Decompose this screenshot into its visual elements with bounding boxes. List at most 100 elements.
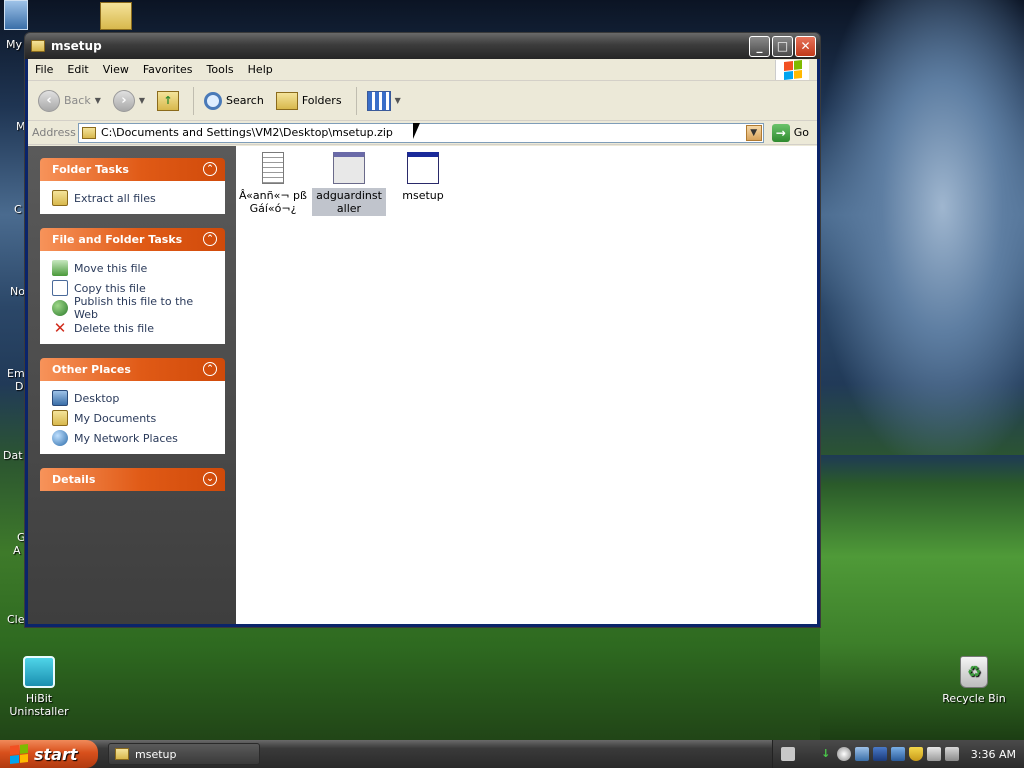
expand-chevron-icon[interactable]: ⌄ <box>203 472 217 486</box>
close-button[interactable]: ✕ <box>795 35 816 57</box>
text-file-icon <box>262 152 284 184</box>
views-dropdown-icon: ▼ <box>394 96 401 105</box>
forward-button[interactable]: › ▼ <box>109 87 149 115</box>
close-icon: ✕ <box>800 38 811 53</box>
desktop-label-a[interactable]: A <box>13 544 21 557</box>
desktop-label-em[interactable]: Em <box>7 367 25 380</box>
file-name: adguardinstaller <box>312 188 386 216</box>
file-list: Â«anñ«¬ pßGáí«ó¬¿ adguardinstaller msetu… <box>236 146 817 624</box>
collapse-chevron-icon[interactable]: ⌃ <box>203 162 217 176</box>
maximize-button[interactable]: □ <box>772 35 793 57</box>
recycle-bin-icon: ♻ <box>960 656 988 688</box>
task-delete-file[interactable]: ✕ Delete this file <box>52 318 217 338</box>
place-label: Desktop <box>74 391 120 405</box>
other-places-title: Other Places <box>52 363 131 376</box>
desktop-label-cle[interactable]: Cle <box>7 613 25 626</box>
file-folder-tasks-title: File and Folder Tasks <box>52 233 183 246</box>
desktop-icon <box>52 390 68 406</box>
volume-icon[interactable] <box>944 747 959 761</box>
place-network[interactable]: My Network Places <box>52 428 217 448</box>
desktop-label-c[interactable]: C <box>14 203 22 216</box>
desktop-label-dat[interactable]: Dat <box>3 449 23 462</box>
hibit-uninstaller-shortcut[interactable]: HiBit Uninstaller <box>0 656 78 718</box>
recycle-bin-shortcut[interactable]: ♻ Recycle Bin <box>940 656 1008 705</box>
window-title: msetup <box>51 39 102 53</box>
task-pane: Folder Tasks ⌃ Extract all files File an… <box>28 146 236 624</box>
extract-icon <box>52 190 68 206</box>
back-dropdown-icon[interactable]: ▼ <box>95 96 101 105</box>
zip-folder-icon[interactable] <box>100 2 132 30</box>
up-folder-button[interactable]: ↑ <box>153 88 183 114</box>
download-arrow-icon[interactable]: ↓ <box>819 747 833 761</box>
start-label: start <box>34 744 78 764</box>
taskbar-item-msetup[interactable]: msetup <box>108 743 260 765</box>
taskbar: start msetup ↓ 3:36 AM <box>0 740 1024 768</box>
network-icon[interactable] <box>854 747 869 761</box>
title-bar[interactable]: msetup _ □ ✕ <box>25 33 820 59</box>
menu-favorites[interactable]: Favorites <box>136 63 200 76</box>
clock[interactable]: 3:36 AM <box>971 748 1016 761</box>
menu-help[interactable]: Help <box>241 63 280 76</box>
desktop-sky <box>820 0 1024 460</box>
address-dropdown-button[interactable]: ▼ <box>745 124 762 141</box>
shield-icon[interactable] <box>908 747 923 761</box>
task-move-file[interactable]: Move this file <box>52 258 217 278</box>
views-button[interactable]: ▼ <box>363 88 405 114</box>
desktop-label-no[interactable]: No <box>10 285 25 298</box>
go-button[interactable]: → Go <box>764 123 817 142</box>
other-places-header[interactable]: Other Places ⌃ <box>40 358 225 381</box>
address-label: Address <box>32 126 76 139</box>
task-label: Delete this file <box>74 321 154 335</box>
start-button[interactable]: start <box>0 740 98 768</box>
file-item[interactable]: adguardinstaller <box>312 152 386 216</box>
menu-edit[interactable]: Edit <box>60 63 95 76</box>
zip-folder-icon <box>31 40 45 52</box>
place-my-documents[interactable]: My Documents <box>52 408 217 428</box>
file-name: Â«anñ«¬ pßGáí«ó¬¿ <box>239 189 307 215</box>
go-label: Go <box>793 126 809 139</box>
forward-dropdown-icon[interactable]: ▼ <box>139 96 145 105</box>
hibit-icon <box>23 656 55 688</box>
file-item[interactable]: Â«anñ«¬ pßGáí«ó¬¿ <box>236 152 310 216</box>
connection-icon[interactable] <box>926 747 941 761</box>
window-client: File Edit View Favorites Tools Help ‹ Ba… <box>28 59 817 624</box>
file-folder-tasks-header[interactable]: File and Folder Tasks ⌃ <box>40 228 225 251</box>
tool-icon[interactable] <box>890 747 905 761</box>
file-folder-tasks-group: File and Folder Tasks ⌃ Move this file C… <box>40 228 225 344</box>
delete-icon: ✕ <box>53 319 67 337</box>
copy-icon <box>52 280 68 296</box>
taskbar-item-label: msetup <box>135 747 177 761</box>
task-publish-web[interactable]: Publish this file to the Web <box>52 295 217 321</box>
monitor-icon[interactable] <box>872 747 887 761</box>
place-label: My Documents <box>74 411 157 425</box>
desktop-label-d[interactable]: D <box>15 380 23 393</box>
search-button[interactable]: Search <box>200 89 268 113</box>
file-item[interactable]: msetup <box>386 152 460 203</box>
go-arrow-icon: → <box>771 123 790 142</box>
menu-tools[interactable]: Tools <box>200 63 241 76</box>
details-header[interactable]: Details ⌄ <box>40 468 225 491</box>
my-computer-icon[interactable] <box>4 0 28 30</box>
move-icon <box>52 260 68 276</box>
task-label: Extract all files <box>74 191 156 205</box>
back-button[interactable]: ‹ Back ▼ <box>34 87 105 115</box>
system-tray: ↓ 3:36 AM <box>771 740 1024 768</box>
desktop-label-my[interactable]: My <box>6 38 22 51</box>
keyboard-icon[interactable] <box>780 747 795 761</box>
place-desktop[interactable]: Desktop <box>52 388 217 408</box>
menu-view[interactable]: View <box>96 63 136 76</box>
maximize-icon: □ <box>776 38 789 53</box>
mouse-cursor-icon <box>413 123 426 139</box>
folders-button[interactable]: Folders <box>272 89 346 113</box>
views-icon <box>366 90 391 111</box>
menu-file[interactable]: File <box>28 63 60 76</box>
disc-icon[interactable] <box>836 747 851 761</box>
toolbar-separator <box>355 86 357 115</box>
back-label: Back <box>64 94 91 107</box>
other-places-group: Other Places ⌃ Desktop My Documents My N… <box>40 358 225 454</box>
collapse-chevron-icon[interactable]: ⌃ <box>203 362 217 376</box>
task-extract-all[interactable]: Extract all files <box>52 188 217 208</box>
folder-tasks-header[interactable]: Folder Tasks ⌃ <box>40 158 225 181</box>
collapse-chevron-icon[interactable]: ⌃ <box>203 232 217 246</box>
minimize-button[interactable]: _ <box>749 35 770 57</box>
